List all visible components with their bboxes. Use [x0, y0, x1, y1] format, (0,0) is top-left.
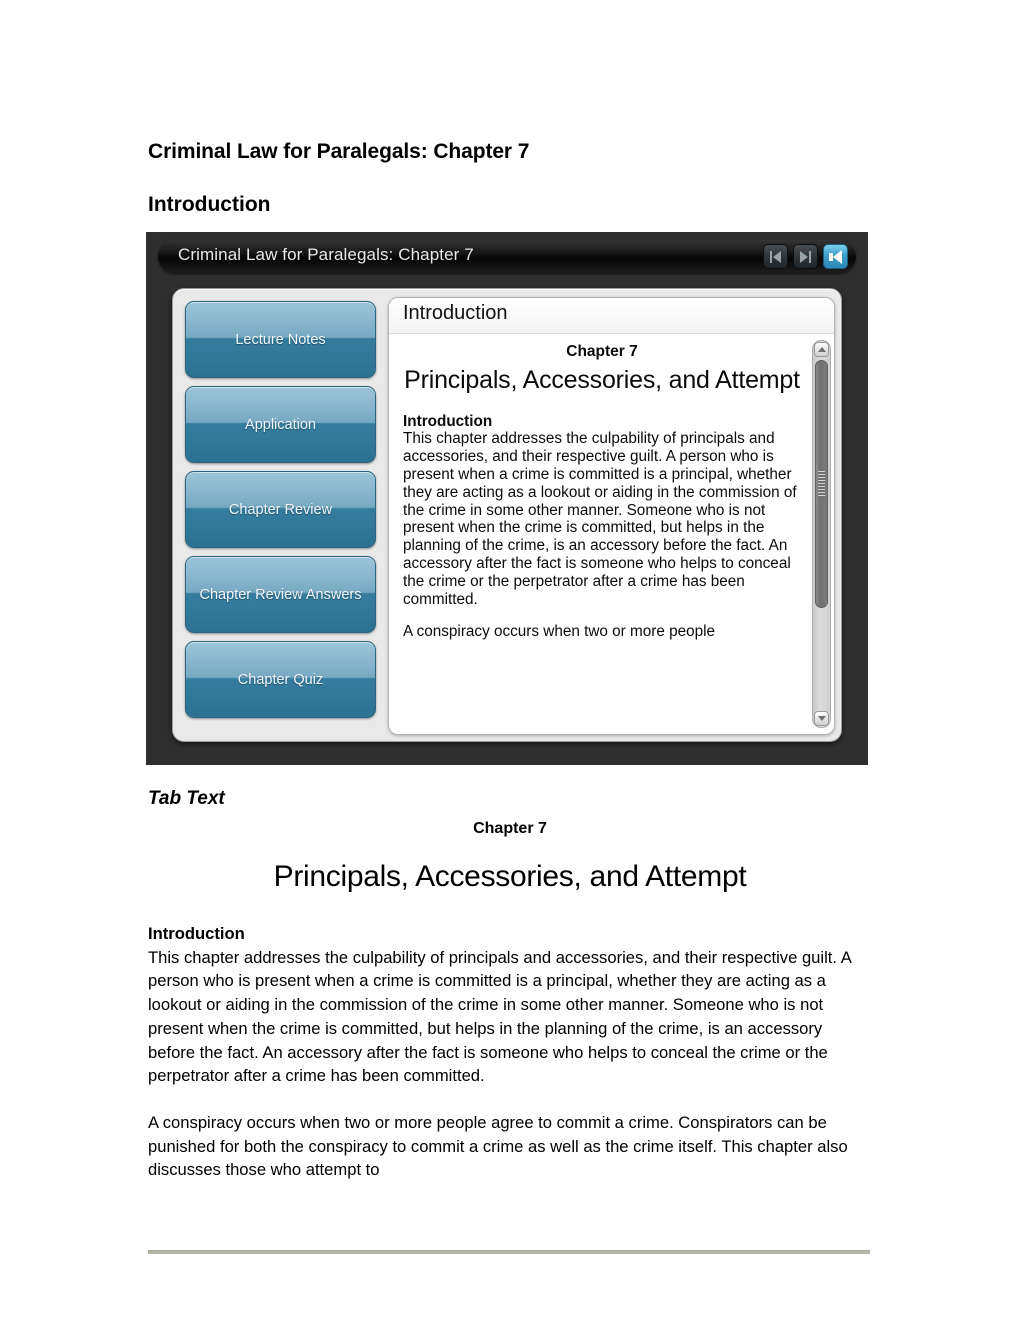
body-paragraph-1: This chapter addresses the culpability o… [148, 947, 851, 1086]
scroll-down-button[interactable] [814, 711, 829, 726]
menu-item-label: Chapter Review Answers [199, 586, 362, 603]
section-heading: Introduction [148, 193, 271, 216]
content-panel-header: Introduction [389, 298, 834, 334]
player-titlebar: Criminal Law for Paralegals: Chapter 7 [158, 240, 856, 273]
body-chapter-label: Chapter 7 [473, 820, 547, 837]
body-paragraph-2: A conspiracy occurs when two or more peo… [148, 1113, 848, 1180]
player-nav-controls [763, 244, 848, 269]
content-panel-title: Introduction [403, 302, 508, 324]
scrollbar-thumb[interactable] [815, 360, 828, 608]
menu-item-label: Chapter Quiz [237, 671, 324, 688]
content-chapter-title: Principals, Accessories, and Attempt [404, 366, 800, 395]
audio-button[interactable] [823, 244, 848, 269]
content-intro-heading: Introduction [403, 412, 493, 430]
scroll-up-button[interactable] [814, 342, 829, 357]
previous-icon-bar [770, 250, 772, 263]
content-paragraph-1: This chapter addresses the culpability o… [403, 430, 797, 608]
body-chapter-title: Principals, Accessories, and Attempt [273, 860, 747, 893]
body-intro-heading: Introduction [148, 924, 245, 943]
menu-item-chapter-review-answers[interactable]: Chapter Review Answers [185, 556, 376, 633]
menu-item-lecture-notes[interactable]: Lecture Notes [185, 301, 376, 378]
scrollbar-grip-icon [818, 471, 825, 497]
content-paragraph-2: A conspiracy occurs when two or more peo… [403, 623, 716, 641]
menu-item-label: Chapter Review [228, 501, 333, 518]
previous-icon [773, 250, 781, 263]
menu-item-application[interactable]: Application [185, 386, 376, 463]
previous-button[interactable] [763, 244, 788, 269]
menu-item-chapter-review[interactable]: Chapter Review [185, 471, 376, 548]
tab-text-label: Tab Text [148, 788, 225, 809]
player-menu: Lecture Notes Application Chapter Review… [181, 297, 380, 733]
footer-divider [148, 1250, 870, 1254]
speaker-icon [833, 249, 842, 264]
content-chapter-label: Chapter 7 [566, 343, 638, 360]
chevron-up-icon [817, 347, 826, 352]
page-title: Criminal Law for Paralegals: Chapter 7 [148, 140, 530, 163]
menu-item-label: Application [245, 416, 316, 433]
document-page: Criminal Law for Paralegals: Chapter 7 I… [0, 0, 1020, 1320]
next-icon-bar [809, 250, 811, 263]
chevron-down-icon [817, 716, 826, 721]
player-title: Criminal Law for Paralegals: Chapter 7 [178, 245, 474, 264]
course-player-screenshot: Criminal Law for Paralegals: Chapter 7 L… [146, 232, 868, 765]
menu-item-label: Lecture Notes [235, 331, 326, 348]
player-content-panel: Introduction Chapter 7 Principals, Acces… [388, 297, 835, 735]
content-panel-body: Chapter 7 Principals, Accessories, and A… [389, 335, 809, 734]
body-copy: Introduction This chapter addresses the … [148, 922, 870, 1182]
menu-item-chapter-quiz[interactable]: Chapter Quiz [185, 641, 376, 718]
next-button[interactable] [793, 244, 818, 269]
next-icon [800, 250, 808, 263]
player-stage: Lecture Notes Application Chapter Review… [172, 288, 842, 742]
content-scrollbar[interactable] [812, 340, 831, 728]
